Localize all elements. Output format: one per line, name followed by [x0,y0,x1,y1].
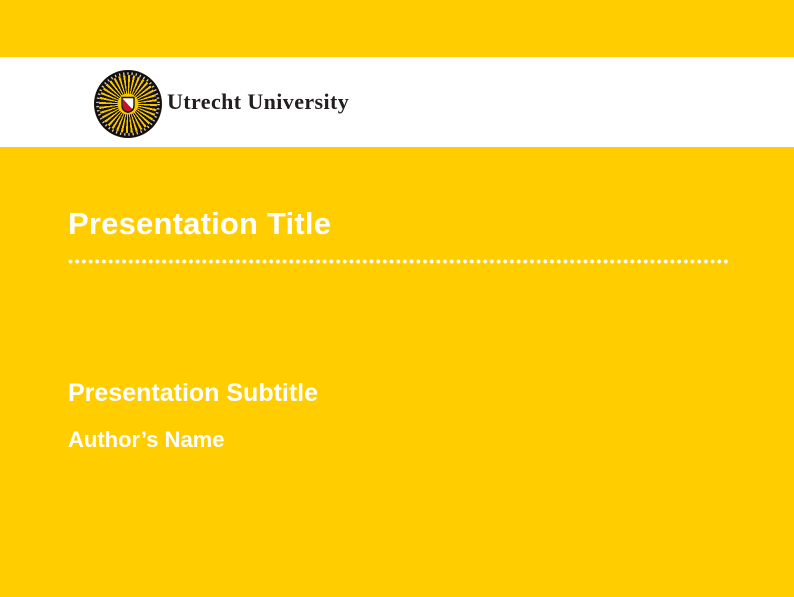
presentation-title: Presentation Title [68,206,331,242]
dotted-divider [68,259,730,264]
logo-emblem-overlay [94,70,162,138]
header-band: Utrecht University [0,57,794,147]
utrecht-university-sun-logo-icon [94,70,162,138]
title-slide: Utrecht University Presentation Title Pr… [0,0,794,597]
author-name: Author’s Name [68,427,224,453]
presentation-subtitle: Presentation Subtitle [68,379,318,408]
university-wordmark: Utrecht University [167,89,349,115]
